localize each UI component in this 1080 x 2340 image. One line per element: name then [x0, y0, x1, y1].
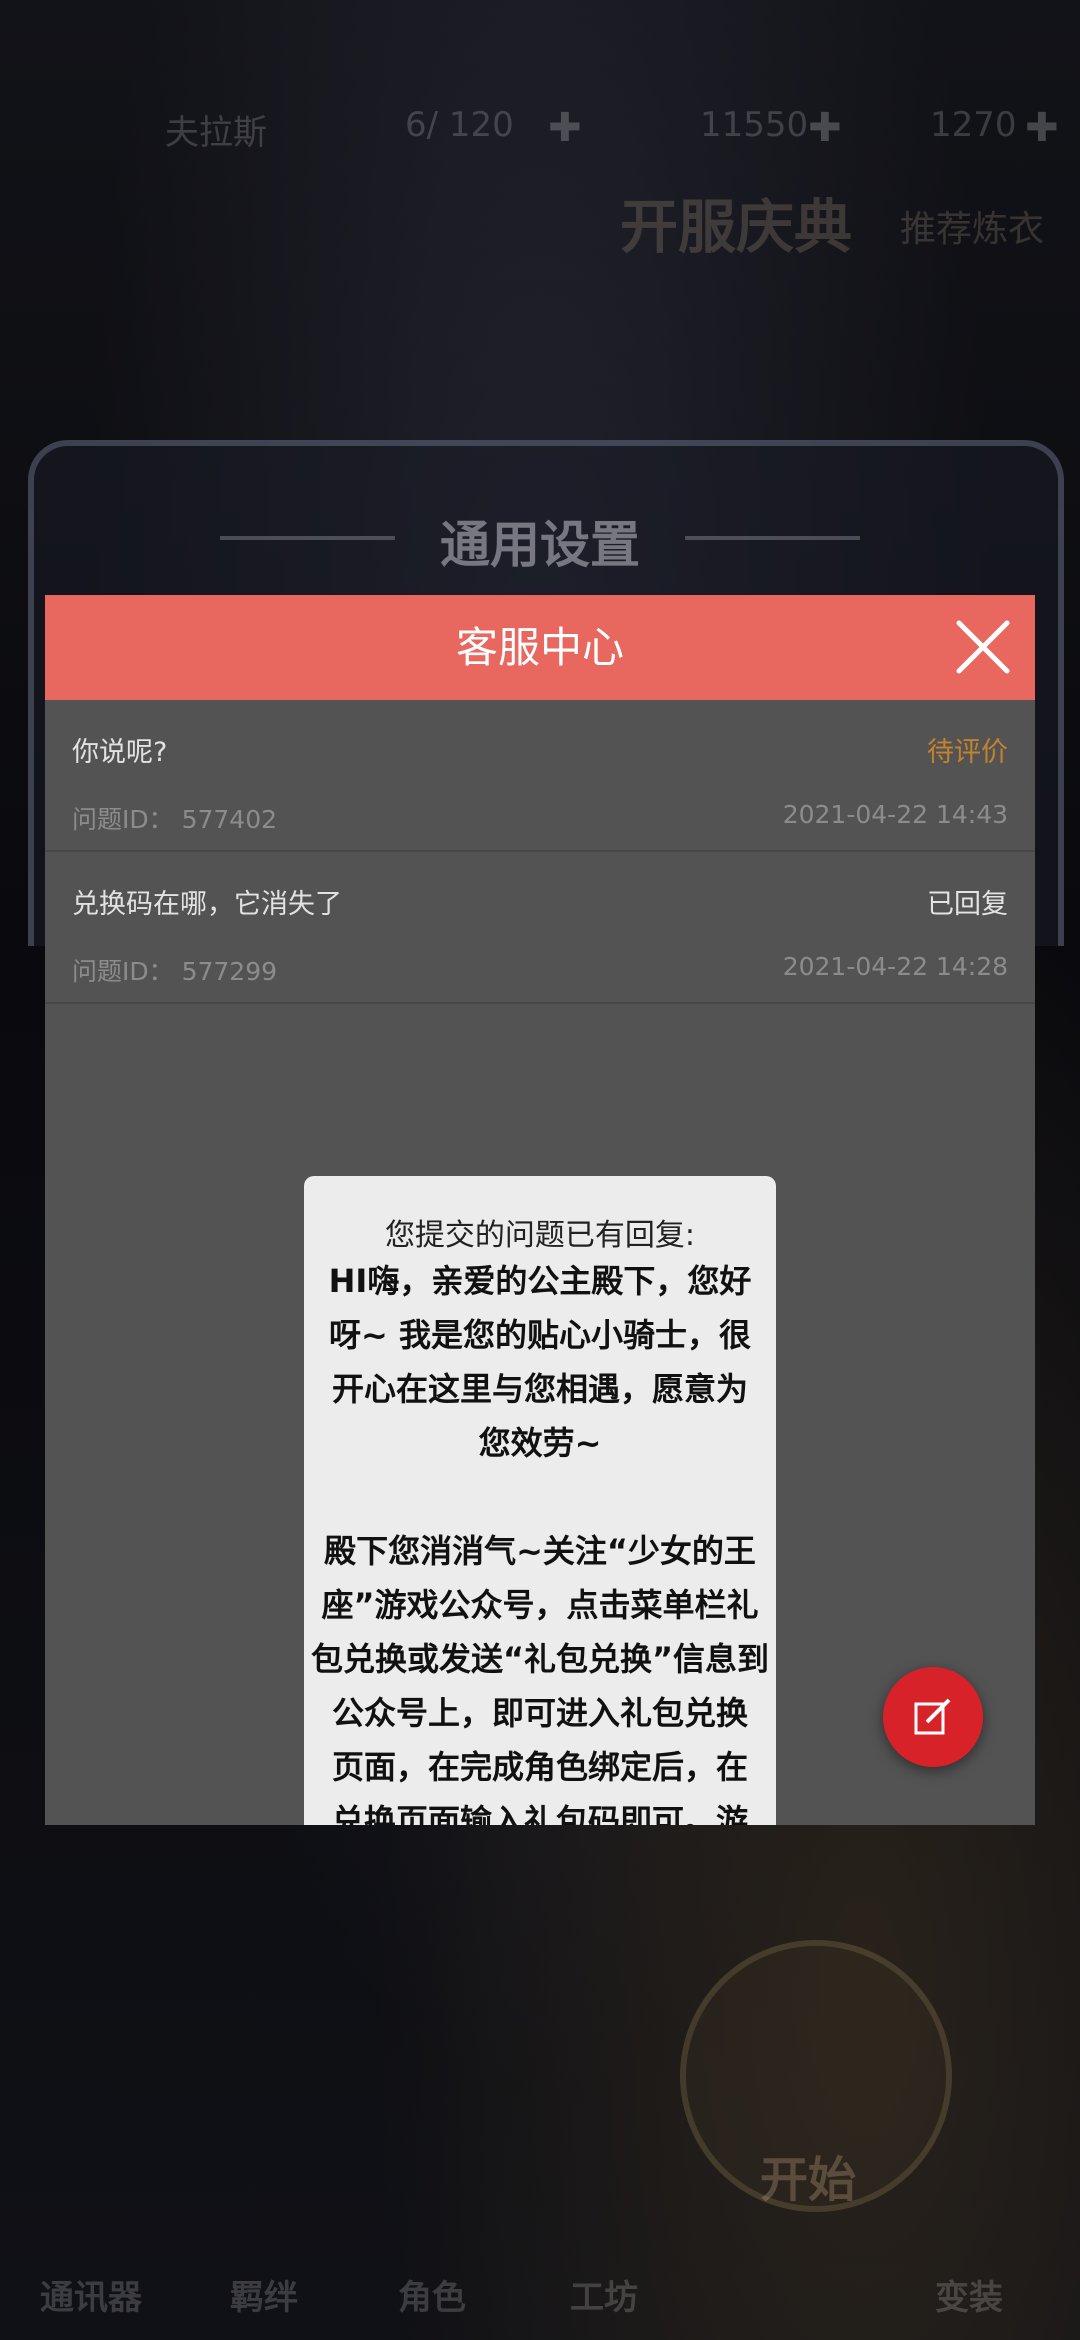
event-banner-title: 开服庆典	[620, 193, 853, 261]
close-icon	[956, 620, 1010, 674]
add-gold-icon: ✚	[808, 105, 842, 151]
nav-dressup: 变装	[935, 2278, 1003, 2318]
ticket-time: 2021-04-22 14:43	[782, 800, 1008, 829]
reply-line: 您效劳~	[478, 1424, 602, 1462]
ticket-time: 2021-04-22 14:28	[782, 952, 1008, 981]
cs-header: 客服中心	[45, 595, 1035, 700]
reply-popup: 您提交的问题已有回复: HI嗨，亲爱的公主殿下，您好 呀~ 我是您的贴心小骑士，…	[304, 1176, 776, 1825]
add-energy-icon: ✚	[548, 105, 582, 151]
ticket-status: 已回复	[927, 889, 1008, 920]
reply-message: HI嗨，亲爱的公主殿下，您好 呀~ 我是您的贴心小骑士，很 开心在这里与您相遇，…	[304, 1254, 776, 1825]
nav-comm: 通讯器	[40, 2278, 142, 2318]
close-button[interactable]	[953, 617, 1013, 677]
reply-line: 座”游戏公众号，点击菜单栏礼	[321, 1586, 759, 1624]
reply-line: 公众号上，即可进入礼包兑换	[331, 1694, 748, 1732]
edit-icon	[914, 1698, 951, 1735]
nav-character: 角色	[398, 2278, 466, 2318]
ticket-status: 待评价	[927, 737, 1008, 768]
reply-line: HI嗨，亲爱的公主殿下，您好	[328, 1262, 752, 1300]
reply-line: 兑换页面输入礼包码即可。游	[331, 1802, 748, 1825]
ticket-item[interactable]: 你说呢? 待评价 问题ID： 577402 2021-04-22 14:43	[45, 700, 1035, 852]
energy-counter: 6/ 120	[405, 105, 514, 145]
reply-line: 包兑换或发送“礼包兑换”信息到	[310, 1640, 770, 1678]
ticket-question: 兑换码在哪，它消失了	[72, 889, 342, 920]
top-hud: 夫拉斯 6/ 120 ✚ 11550 ✚ 1270 ✚	[0, 90, 1080, 160]
settings-title: 通用设置	[440, 516, 640, 574]
compose-button[interactable]	[883, 1667, 983, 1767]
event-banner-subtitle: 推荐炼衣	[900, 209, 1045, 250]
reply-line: 呀~ 我是您的贴心小骑士，很	[329, 1316, 751, 1354]
nav-workshop: 工坊	[570, 2278, 638, 2318]
add-gems-icon: ✚	[1025, 105, 1059, 151]
reply-line: 开心在这里与您相遇，愿意为	[331, 1370, 748, 1408]
reply-intro: 您提交的问题已有回复:	[384, 1218, 696, 1253]
cs-title: 客服中心	[455, 623, 624, 672]
ticket-item[interactable]: 兑换码在哪，它消失了 已回复 问题ID： 577299 2021-04-22 1…	[45, 852, 1035, 1004]
nav-bond: 羁绊	[230, 2278, 298, 2318]
ticket-question: 你说呢?	[72, 737, 168, 768]
reply-line: 殿下您消消气~关注“少女的王	[324, 1532, 756, 1570]
ticket-id: 问题ID： 577402	[72, 805, 278, 834]
player-name: 夫拉斯	[165, 113, 267, 153]
reply-line: 页面，在完成角色绑定后，在	[331, 1748, 748, 1786]
gem-counter: 1270	[930, 105, 1017, 145]
gold-counter: 11550	[700, 105, 809, 145]
ticket-id: 问题ID： 577299	[72, 957, 278, 986]
bottom-nav: 通讯器 羁绊 角色 工坊 变装	[0, 2200, 1080, 2340]
